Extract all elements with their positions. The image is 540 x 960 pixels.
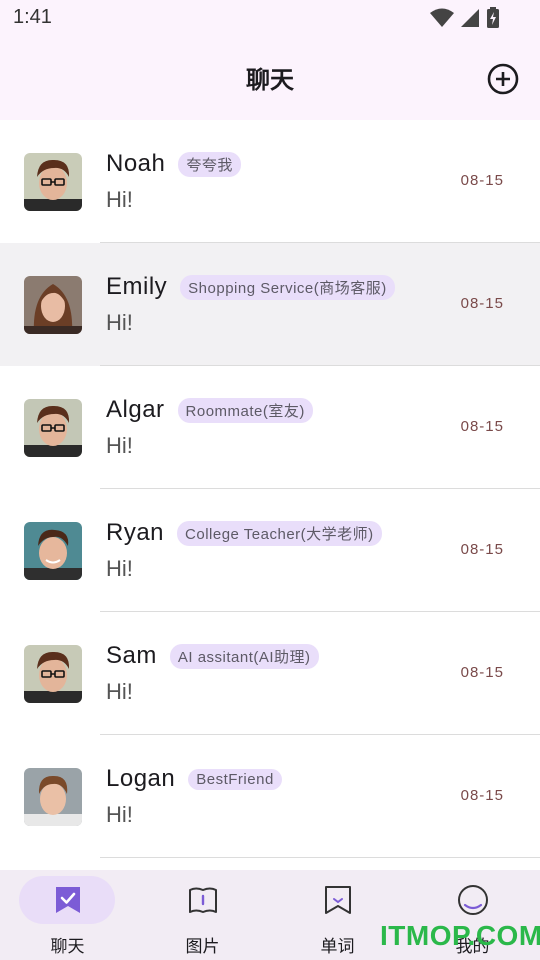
last-message: Hi! [106,433,133,458]
status-time: 1:41 [13,6,52,28]
status-icons [430,7,500,29]
page-title: 聊天 [246,66,294,94]
chat-name: Logan [106,765,176,792]
book-icon [188,887,217,913]
chat-item-sam[interactable]: Sam AI assitant(AI助理) Hi! 08-15 [0,612,540,735]
bookmark-icon [324,886,351,914]
signal-icon [461,9,479,27]
role-badge: Shopping Service(商场客服) [180,274,395,300]
status-bar: 1:41 [0,0,540,36]
nav-label: 聊天 [50,937,85,957]
nav-item-images[interactable]: 图片 [135,870,270,960]
role-badge: 夸夸我 [178,151,241,177]
chat-date: 08-15 [460,295,504,312]
last-message: Hi! [106,556,133,581]
app-bar: 聊天 [0,36,540,120]
divider [100,857,540,858]
role-badge: College Teacher(大学老师) [177,520,382,546]
last-message: Hi! [106,802,133,827]
nav-label: 图片 [185,937,220,957]
chat-name: Algar [106,396,165,423]
chat-date: 08-15 [460,418,504,435]
chat-date: 08-15 [460,541,504,558]
chat-name: Emily [106,273,168,300]
wifi-icon [430,8,454,27]
chat-date: 08-15 [460,787,504,804]
chat-item-noah[interactable]: Noah 夸夸我 Hi! 08-15 [0,120,540,243]
battery-icon [487,7,499,28]
last-message: Hi! [106,679,133,704]
avatar-sam [24,645,82,703]
last-message: Hi! [106,187,133,212]
add-chat-icon[interactable] [486,62,520,96]
chat-name: Noah [106,150,166,177]
chat-name: Ryan [106,519,165,546]
chat-date: 08-15 [460,664,504,681]
nav-item-chat[interactable]: 聊天 [0,870,135,960]
chat-item-emily[interactable]: Emily Shopping Service(商场客服) Hi! 08-15 [0,243,540,366]
chat-list: Noah 夸夸我 Hi! 08-15 Emily Shopping Servic… [0,120,540,870]
last-message: Hi! [106,310,133,335]
chat-item-algar[interactable]: Algar Roommate(室友) Hi! 08-15 [0,366,540,489]
chat-check-icon [55,887,80,913]
chat-item-ryan[interactable]: Ryan College Teacher(大学老师) Hi! 08-15 [0,489,540,612]
avatar-noah [24,153,82,211]
profile-icon [457,885,488,915]
avatar-emily [24,276,82,334]
chat-date: 08-15 [460,172,504,189]
chat-item-logan[interactable]: Logan BestFriend Hi! 08-15 [0,735,540,858]
watermark: ITMOP.COM [380,920,540,951]
avatar-ryan [24,522,82,580]
avatar-logan [24,768,82,826]
role-badge: BestFriend [188,768,282,790]
chat-name: Sam [106,642,157,669]
role-badge: AI assitant(AI助理) [169,643,319,669]
avatar-algar [24,399,82,457]
role-badge: Roommate(室友) [177,397,313,423]
